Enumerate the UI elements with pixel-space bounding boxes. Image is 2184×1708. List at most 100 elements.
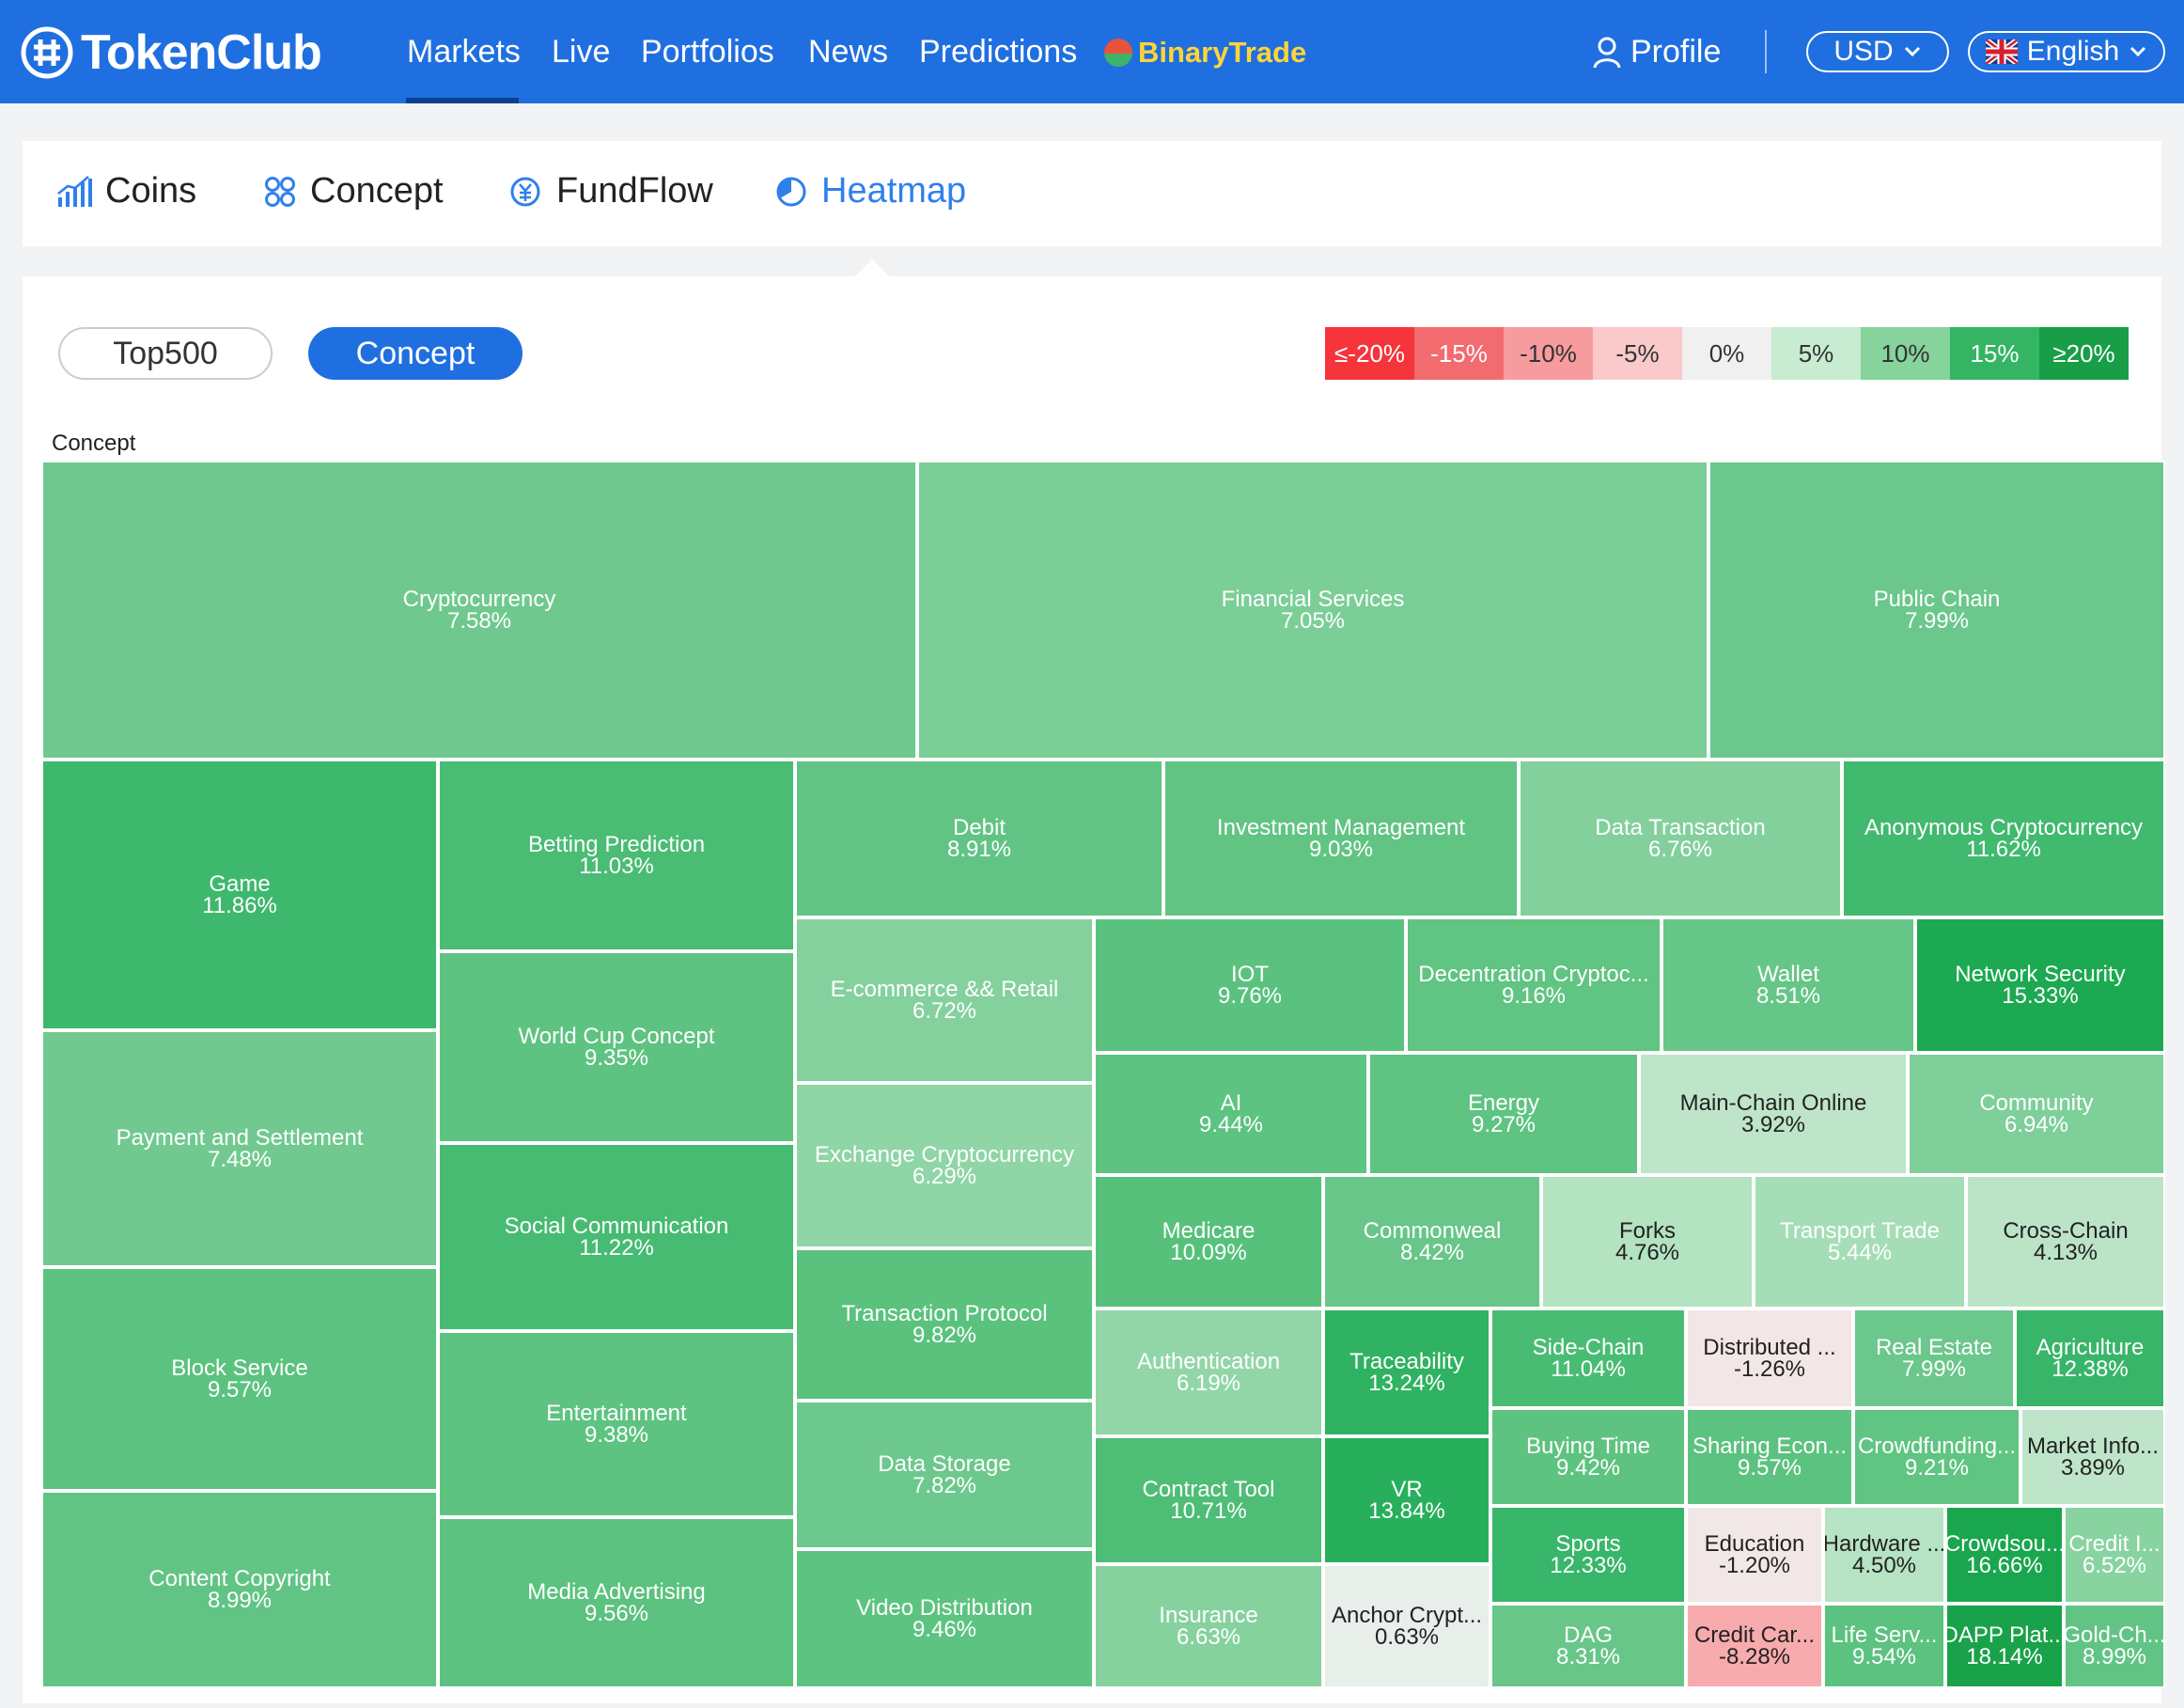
tile-change: 3.89%	[2060, 1455, 2126, 1481]
market-subtabs: Coins Concept FundFlow Heatmap	[23, 141, 2161, 246]
tile-name: World Cup Concept	[518, 1024, 715, 1049]
profile-label: Profile	[1630, 34, 1722, 70]
heatmap-tile[interactable]: Commonweal 8.42%	[1323, 1175, 1541, 1308]
heatmap-tile[interactable]: Anchor Crypt... 0.63%	[1323, 1564, 1490, 1688]
heatmap-tile[interactable]: Community 6.94%	[1908, 1053, 2165, 1175]
heatmap-tile[interactable]: Medicare 10.09%	[1094, 1175, 1323, 1308]
heatmap-tile[interactable]: Gold-Ch... 8.99%	[2064, 1604, 2165, 1688]
tile-change: 11.03%	[579, 854, 654, 879]
heatmap-tile[interactable]: Distributed ... -1.26%	[1686, 1308, 1853, 1408]
tab-heatmap-label: Heatmap	[821, 171, 967, 211]
tokenclub-logo[interactable]: TokenClub	[21, 24, 322, 81]
heatmap-tile[interactable]: Media Advertising 9.56%	[438, 1517, 795, 1688]
nav-portfolios[interactable]: Portfolios	[641, 34, 774, 71]
heatmap-tile[interactable]: Life Serv... 9.54%	[1823, 1604, 1945, 1688]
heatmap-tile[interactable]: Crowdsou... 16.66%	[1945, 1506, 2064, 1604]
top500-toggle-button[interactable]: Top500	[58, 327, 273, 380]
heatmap-tile[interactable]: Content Copyright 8.99%	[41, 1491, 438, 1688]
currency-selector[interactable]: USD	[1806, 31, 1949, 72]
tile-name: Sports	[1555, 1531, 1621, 1557]
heatmap-tile[interactable]: Transaction Protocol 9.82%	[795, 1248, 1094, 1401]
tile-name: Insurance	[1159, 1603, 1258, 1628]
heatmap-tile[interactable]: Investment Management 9.03%	[1163, 760, 1519, 917]
heatmap-tile[interactable]: Insurance 6.63%	[1094, 1564, 1323, 1688]
tile-change: -8.28%	[1718, 1644, 1791, 1669]
heatmap-tile[interactable]: Real Estate 7.99%	[1853, 1308, 2015, 1408]
heatmap-tile[interactable]: Financial Services 7.05%	[917, 461, 1708, 760]
heatmap-tile[interactable]: Traceability 13.24%	[1323, 1308, 1490, 1436]
heatmap-tile[interactable]: Authentication 6.19%	[1094, 1308, 1323, 1436]
heatmap-tile[interactable]: Transport Trade 5.44%	[1754, 1175, 1966, 1308]
heatmap-tile[interactable]: Video Distribution 9.46%	[795, 1549, 1094, 1688]
tile-change: 4.76%	[1615, 1240, 1680, 1265]
tile-change: 11.22%	[579, 1235, 654, 1261]
heatmap-tile[interactable]: Entertainment 9.38%	[438, 1331, 795, 1517]
heatmap-tile[interactable]: Network Security 15.33%	[1915, 917, 2165, 1053]
nav-news[interactable]: News	[808, 34, 888, 71]
heatmap-tile[interactable]: Public Chain 7.99%	[1708, 461, 2165, 760]
heatmap-tile[interactable]: Energy 9.27%	[1368, 1053, 1639, 1175]
nav-predictions[interactable]: Predictions	[919, 34, 1077, 71]
heatmap-tile[interactable]: Forks 4.76%	[1541, 1175, 1754, 1308]
legend-cell: -15%	[1414, 327, 1504, 380]
heatmap-tile[interactable]: DAPP Plat... 18.14%	[1945, 1604, 2064, 1688]
heatmap-tile[interactable]: DAG 8.31%	[1490, 1604, 1686, 1688]
tile-change: 8.91%	[946, 837, 1012, 862]
tile-name: IOT	[1231, 962, 1269, 987]
heatmap-tile[interactable]: Credit Car... -8.28%	[1686, 1604, 1823, 1688]
heatmap-tile[interactable]: VR 13.84%	[1323, 1436, 1490, 1564]
tile-change: 11.62%	[1966, 837, 2041, 862]
heatmap-tile[interactable]: Cross-Chain 4.13%	[1966, 1175, 2165, 1308]
heatmap-tile[interactable]: Block Service 9.57%	[41, 1267, 438, 1491]
heatmap-tile[interactable]: Game 11.86%	[41, 760, 438, 1030]
heatmap-tile[interactable]: Credit I... 6.52%	[2064, 1506, 2165, 1604]
tab-heatmap[interactable]: Heatmap	[774, 171, 966, 212]
heatmap-tile[interactable]: Data Transaction 6.76%	[1519, 760, 1842, 917]
heatmap-tile[interactable]: Cryptocurrency 7.58%	[41, 461, 917, 760]
language-selector[interactable]: English	[1968, 31, 2165, 72]
profile-link[interactable]: Profile	[1593, 34, 1721, 71]
heatmap-tile[interactable]: Payment and Settlement 7.48%	[41, 1030, 438, 1267]
heatmap-tile[interactable]: Sports 12.33%	[1490, 1506, 1686, 1604]
heatmap-tile[interactable]: AI 9.44%	[1094, 1053, 1368, 1175]
heatmap-tile[interactable]: Debit 8.91%	[795, 760, 1163, 917]
heatmap-tile[interactable]: Main-Chain Online 3.92%	[1639, 1053, 1908, 1175]
heatmap-tile[interactable]: Exchange Cryptocurrency 6.29%	[795, 1083, 1094, 1248]
heatmap-tile[interactable]: Social Communication 11.22%	[438, 1143, 795, 1331]
heatmap-tile[interactable]: Education -1.20%	[1686, 1506, 1823, 1604]
heatmap-tile[interactable]: Market Info... 3.89%	[2020, 1408, 2165, 1506]
heatmap-tile[interactable]: World Cup Concept 9.35%	[438, 951, 795, 1143]
bar-chart-icon	[57, 175, 92, 207]
tile-change: 4.50%	[1851, 1553, 1917, 1578]
heatmap-tile[interactable]: Hardware ... 4.50%	[1823, 1506, 1945, 1604]
heatmap-tile[interactable]: Agriculture 12.38%	[2015, 1308, 2165, 1408]
heatmap-tile[interactable]: Sharing Econ... 9.57%	[1686, 1408, 1853, 1506]
heatmap-tile[interactable]: Contract Tool 10.71%	[1094, 1436, 1323, 1564]
heatmap-tile[interactable]: Wallet 8.51%	[1661, 917, 1915, 1053]
concept-toggle-button[interactable]: Concept	[308, 327, 523, 380]
heatmap-tile[interactable]: Decentration Cryptoc... 9.16%	[1406, 917, 1661, 1053]
tab-concept[interactable]: Concept	[263, 171, 444, 212]
heatmap-tile[interactable]: Crowdfunding... 9.21%	[1853, 1408, 2020, 1506]
heatmap-tile[interactable]: Anonymous Cryptocurrency 11.62%	[1842, 760, 2165, 917]
concept-grid-icon	[265, 176, 295, 207]
nav-markets[interactable]: Markets	[407, 34, 521, 71]
tab-coins[interactable]: Coins	[56, 171, 196, 212]
tile-name: Cryptocurrency	[402, 587, 556, 612]
tokenclub-logo-icon	[21, 26, 73, 79]
heatmap-tile[interactable]: Buying Time 9.42%	[1490, 1408, 1686, 1506]
heatmap-tile[interactable]: Data Storage 7.82%	[795, 1401, 1094, 1549]
tile-change: 9.44%	[1198, 1112, 1264, 1137]
heatmap-tile[interactable]: Betting Prediction 11.03%	[438, 760, 795, 951]
tile-name: Betting Prediction	[527, 832, 706, 857]
nav-live[interactable]: Live	[552, 34, 610, 71]
heatmap-tile[interactable]: E-commerce && Retail 6.72%	[795, 917, 1094, 1083]
heatmap-tile[interactable]: IOT 9.76%	[1094, 917, 1406, 1053]
tab-fundflow[interactable]: FundFlow	[507, 171, 713, 212]
binarytrade-link[interactable]: BinaryTrade	[1104, 36, 1306, 70]
tile-change: 9.21%	[1904, 1455, 1970, 1481]
tile-name: Wallet	[1757, 962, 1819, 987]
tile-change: 11.04%	[1551, 1356, 1626, 1382]
heatmap-tile[interactable]: Side-Chain 11.04%	[1490, 1308, 1686, 1408]
binarytrade-icon	[1104, 39, 1132, 67]
